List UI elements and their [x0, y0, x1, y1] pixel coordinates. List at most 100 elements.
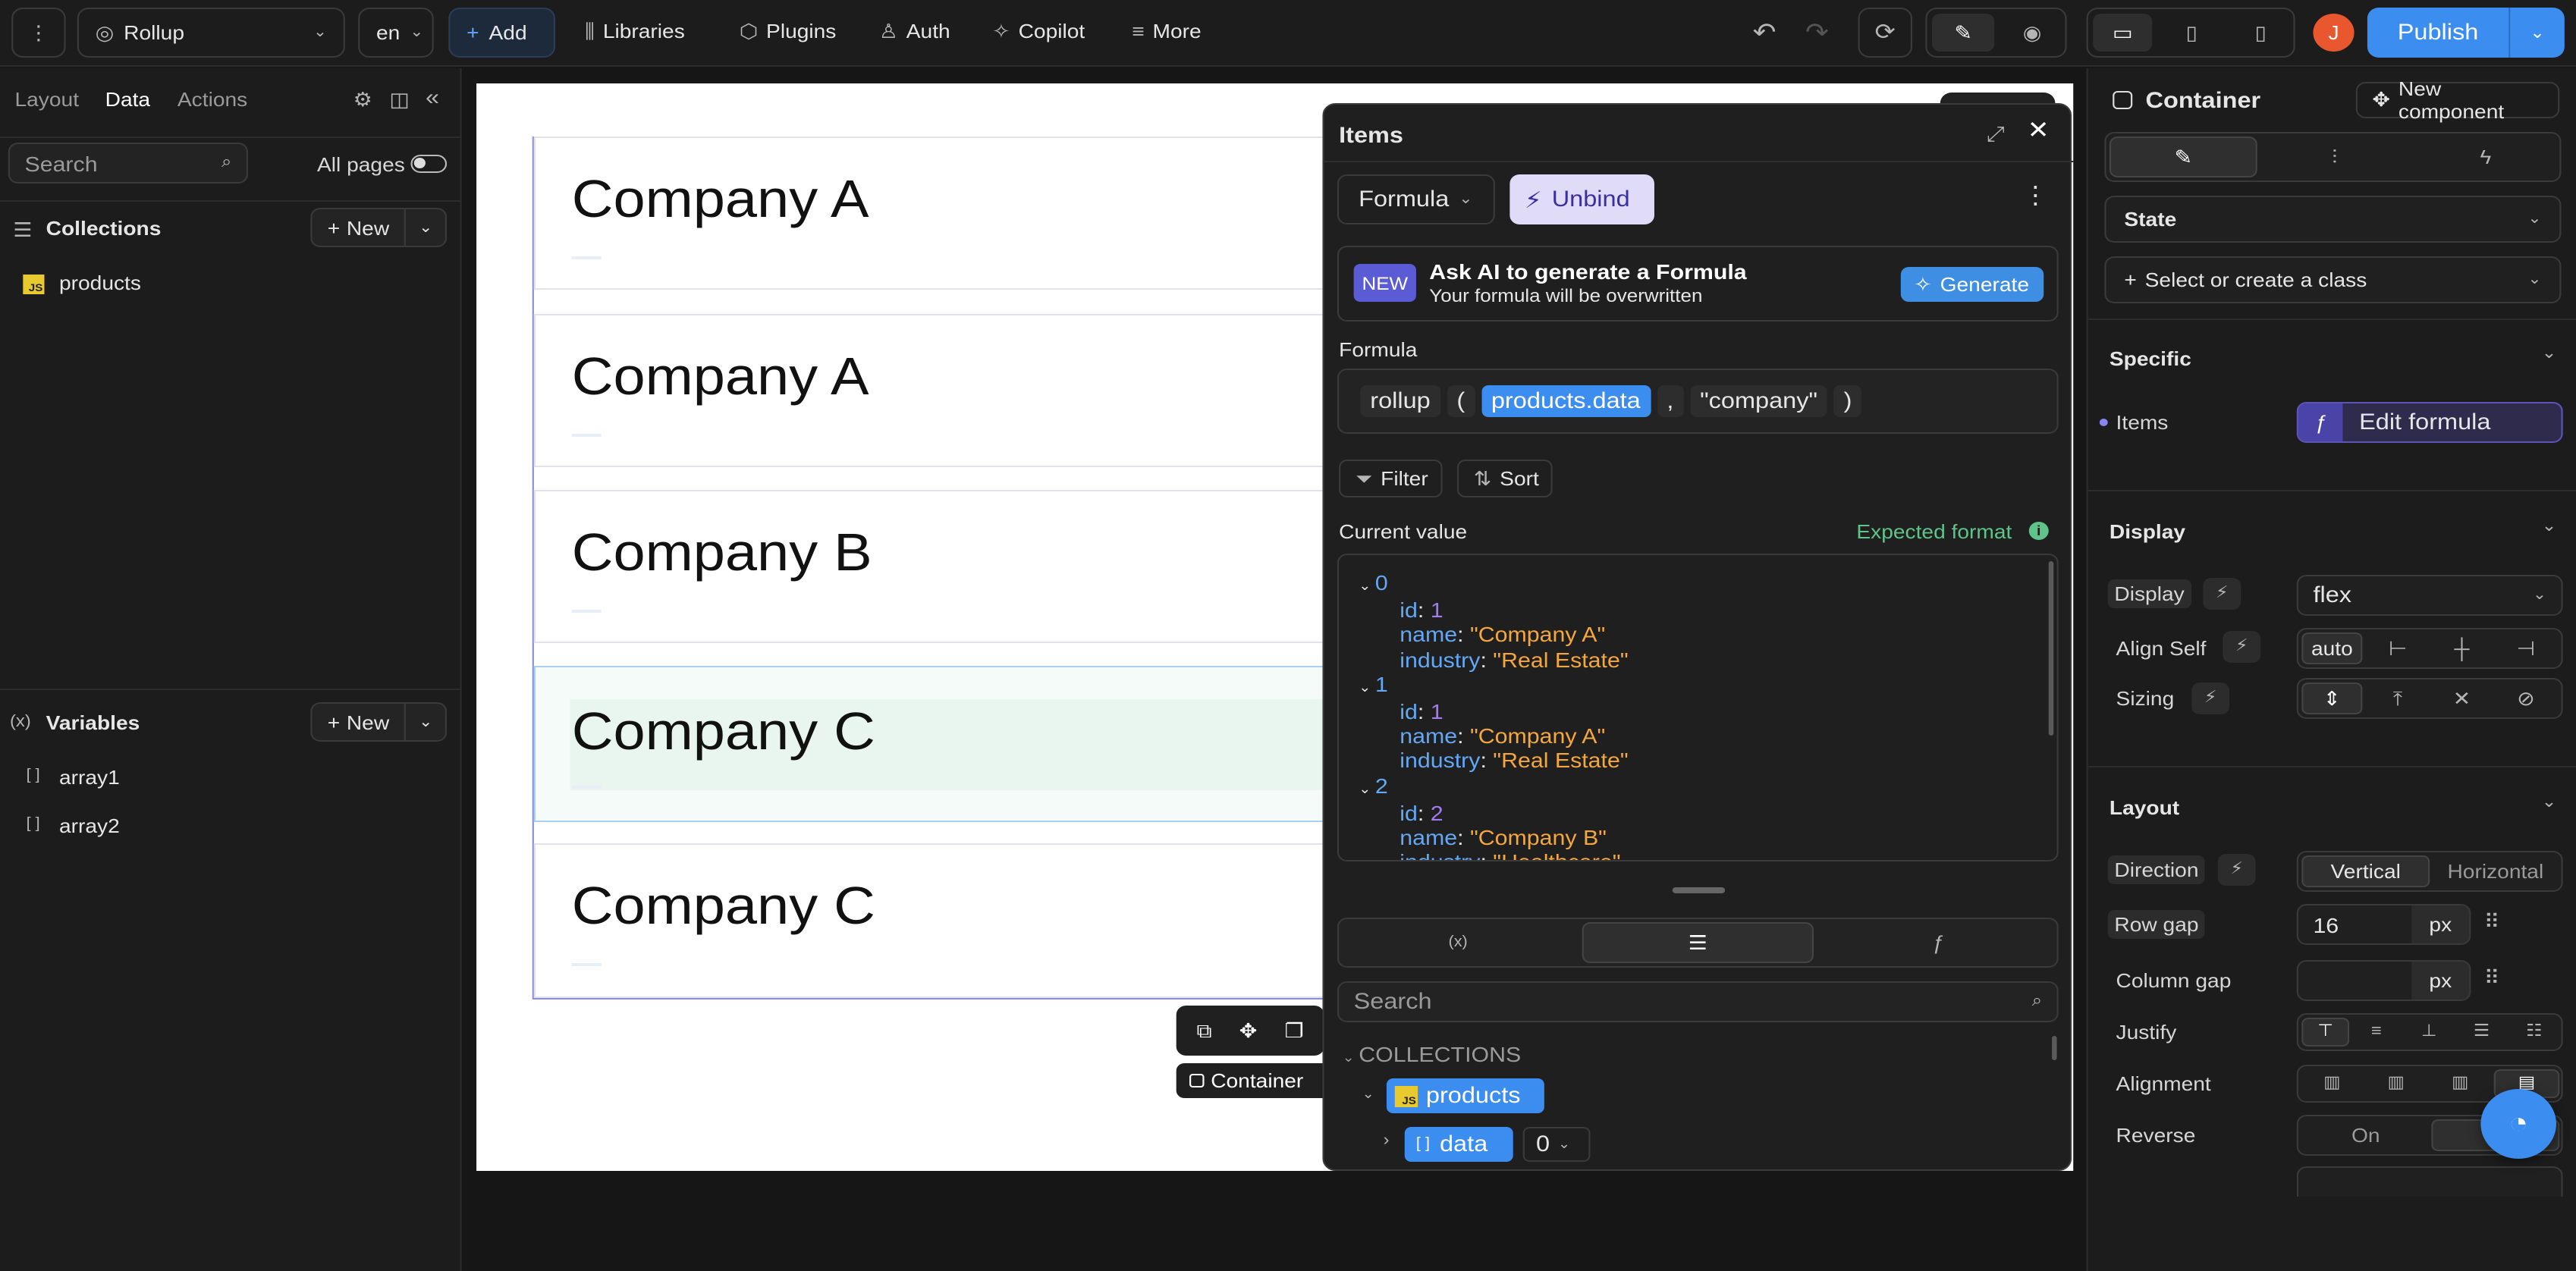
tree-node[interactable]: ⌄ 2	[1359, 773, 1628, 800]
align-self-auto[interactable]: auto	[2301, 632, 2363, 664]
tab-data[interactable]: ☰	[1582, 922, 1814, 963]
resize-handle[interactable]	[1672, 887, 1726, 893]
sizing-none-icon[interactable]: ✕	[2431, 683, 2492, 714]
align-end-icon[interactable]: ⊣	[2496, 632, 2556, 664]
list-item[interactable]: Company C	[533, 666, 1331, 822]
preview-mode-button[interactable]: ◉	[2001, 14, 2063, 52]
libraries-button[interactable]: ⫼ Libraries	[585, 20, 685, 42]
scrollbar[interactable]	[2052, 1036, 2057, 1060]
edit-mode-button[interactable]: ✎	[1931, 14, 1995, 52]
search-input[interactable]: Search ⌕	[8, 143, 249, 184]
new-variable-button[interactable]: + New	[313, 711, 405, 733]
next-control[interactable]	[2296, 1166, 2563, 1197]
formula-editor[interactable]: rollup ( products.data , "company" )	[1337, 369, 2059, 434]
kebab-icon[interactable]: ⋮	[2022, 184, 2049, 209]
language-select[interactable]: en ⌄	[358, 8, 434, 58]
chevron-down-icon[interactable]: ⌄	[2541, 518, 2556, 535]
unit-label[interactable]: px	[2411, 905, 2470, 943]
filter-button[interactable]: ⏷ Filter	[1339, 460, 1443, 497]
formula-arg-binding[interactable]: products.data	[1481, 385, 1651, 417]
data-item[interactable]: [ ] data	[1404, 1127, 1513, 1162]
expand-icon[interactable]: ⤢	[1986, 123, 2004, 144]
reverse-on[interactable]: On	[2301, 1119, 2430, 1151]
tab-variables[interactable]: (x)	[1342, 922, 1573, 963]
avatar[interactable]: J	[2313, 14, 2355, 52]
justify-between-icon[interactable]: ☰	[2458, 1018, 2505, 1047]
chevron-down-icon[interactable]: ⌄	[407, 219, 445, 236]
align-center-icon[interactable]: ┼	[2431, 632, 2492, 664]
auth-button[interactable]: ♙ Auth	[879, 20, 950, 42]
more-button[interactable]: ≡ More	[1132, 20, 1201, 42]
tab-workflows[interactable]: ϟ	[2411, 137, 2559, 177]
unbind-icon[interactable]: ⚡	[2203, 578, 2241, 610]
specific-section-title[interactable]: Specific	[2109, 347, 2191, 370]
variable-item-array1[interactable]: array1	[59, 766, 120, 789]
edit-frame-icon[interactable]: ⧉	[1196, 1021, 1211, 1040]
edit-formula-button[interactable]: ƒ Edit formula	[2296, 402, 2563, 443]
list-item[interactable]: Company A	[533, 137, 1331, 290]
data-search-input[interactable]: Search ⌕	[1337, 981, 2059, 1022]
all-pages-toggle[interactable]	[410, 155, 448, 173]
sizing-fill-icon[interactable]: ⤒	[2367, 683, 2428, 714]
tab-data[interactable]: Data	[105, 88, 150, 111]
tab-settings[interactable]: ⫶	[2260, 137, 2408, 177]
list-item[interactable]: Company C	[533, 843, 1331, 998]
list-item[interactable]: Company A	[533, 314, 1331, 467]
tablet-button[interactable]: ▯	[2162, 14, 2221, 52]
direction-horizontal[interactable]: Horizontal	[2431, 855, 2559, 887]
publish-options-button[interactable]: ⌄	[2510, 8, 2564, 58]
justify-around-icon[interactable]: ☷	[2510, 1018, 2558, 1047]
direction-vertical[interactable]: Vertical	[2301, 855, 2430, 887]
publish-button[interactable]: Publish	[2367, 8, 2508, 58]
sort-button[interactable]: ⇅ Sort	[1457, 460, 1553, 497]
collapse-icon[interactable]: «	[426, 86, 439, 109]
plugins-button[interactable]: ⬡ Plugins	[740, 20, 837, 42]
generate-button[interactable]: ✧ Generate	[1900, 267, 2044, 302]
tab-layout[interactable]: Layout	[14, 88, 79, 111]
chevron-down-icon[interactable]: ⌄	[407, 714, 445, 730]
justify-center-icon[interactable]: ≡	[2352, 1018, 2400, 1047]
align-start-icon[interactable]: ⊢	[2367, 632, 2428, 664]
chevron-right-icon[interactable]: ›	[1384, 1132, 1390, 1150]
unbind-icon[interactable]: ⚡	[2217, 854, 2256, 886]
main-menu-button[interactable]: ⋮	[11, 8, 66, 58]
unbind-icon[interactable]: ⚡	[2191, 683, 2229, 714]
undo-button[interactable]: ↶	[1745, 15, 1784, 49]
collection-item-products[interactable]: JS products	[1386, 1078, 1544, 1113]
component-icon[interactable]: ✥	[1239, 1021, 1258, 1040]
variable-item-array2[interactable]: array2	[59, 814, 120, 837]
chevron-down-icon[interactable]: ⌄	[2541, 345, 2556, 362]
list-item[interactable]: Company B	[533, 490, 1331, 643]
info-icon[interactable]: i	[2028, 522, 2049, 540]
tab-actions[interactable]: Actions	[177, 88, 247, 111]
new-collection-button[interactable]: + New	[313, 216, 405, 239]
refresh-button[interactable]: ⟳	[1858, 8, 1912, 58]
help-chat-button[interactable]: ◔	[2480, 1089, 2556, 1159]
bug-icon[interactable]: ⚙	[353, 89, 372, 109]
redo-button[interactable]: ↷	[1797, 15, 1836, 49]
row-gap-input[interactable]: 16 px	[2296, 904, 2471, 945]
drag-handle-icon[interactable]: ⠿	[2484, 968, 2500, 987]
align-items-start-icon[interactable]: ▥	[2301, 1069, 2362, 1098]
column-gap-input[interactable]: px	[2296, 960, 2471, 1001]
justify-start-icon[interactable]: ⊤	[2301, 1018, 2350, 1047]
display-section-title[interactable]: Display	[2109, 520, 2185, 543]
sizing-custom-icon[interactable]: ⊘	[2496, 683, 2556, 714]
align-items-end-icon[interactable]: ▥	[2430, 1069, 2490, 1098]
data-index-select[interactable]: 0 ⌄	[1522, 1127, 1591, 1162]
unbind-button[interactable]: ⚡ Unbind	[1509, 174, 1654, 224]
expected-format-label[interactable]: Expected format	[1856, 520, 2012, 543]
tab-formulas[interactable]: ƒ	[1822, 922, 2053, 963]
formula-mode-select[interactable]: Formula ⌄	[1337, 174, 1495, 224]
unit-label[interactable]: px	[2411, 962, 2470, 1000]
copilot-button[interactable]: ✧ Copilot	[992, 20, 1085, 42]
collection-item-products[interactable]: products	[59, 271, 141, 294]
justify-end-icon[interactable]: ⊥	[2405, 1018, 2453, 1047]
layout-section-title[interactable]: Layout	[2109, 796, 2179, 819]
drag-handle-icon[interactable]: ⠿	[2484, 912, 2500, 931]
panel-icon[interactable]: ◫	[389, 89, 410, 109]
chevron-down-icon[interactable]: ⌄	[1362, 1087, 1374, 1101]
close-icon[interactable]: ✕	[2028, 119, 2050, 144]
container-tag[interactable]: Container	[1176, 1063, 1341, 1098]
desktop-button[interactable]: ▭	[2093, 14, 2153, 52]
